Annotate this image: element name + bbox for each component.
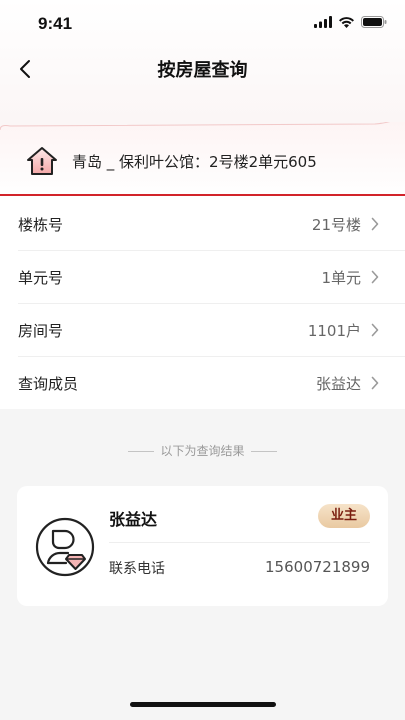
- address-text: 青岛 _ 保利叶公馆：2号楼2单元605: [72, 152, 317, 171]
- divider-line-right: [250, 451, 277, 452]
- status-time: 9:41: [38, 14, 73, 33]
- form-row-unit[interactable]: 单元号 1单元: [18, 251, 405, 304]
- row-value: 1101户: [307, 321, 361, 340]
- member-name: 张益达: [109, 510, 158, 529]
- form-row-room[interactable]: 房间号 1101户: [18, 304, 405, 357]
- results-divider: 以下为查询结果: [0, 442, 405, 459]
- form-row-member[interactable]: 查询成员 张益达: [18, 357, 405, 409]
- result-card[interactable]: 张益达 业主 联系电话 15600721899: [17, 486, 388, 606]
- house-icon: [27, 147, 57, 175]
- chevron-right-icon: [371, 270, 379, 284]
- wifi-icon: [339, 17, 354, 28]
- phone-label: 联系电话: [109, 561, 165, 577]
- results-divider-label: 以下为查询结果: [160, 444, 245, 458]
- form-row-building[interactable]: 楼栋号 21号楼: [18, 198, 405, 251]
- status-bar: 9:41: [0, 0, 405, 46]
- address-row: 青岛 _ 保利叶公馆：2号楼2单元605: [26, 146, 317, 176]
- phone-value[interactable]: 15600721899: [265, 558, 370, 576]
- row-right: 1单元: [321, 267, 379, 288]
- signal-icon: [314, 16, 332, 28]
- nav-bar: 按房屋查询: [0, 46, 405, 92]
- divider-line-left: [128, 451, 155, 452]
- row-label: 房间号: [18, 321, 64, 340]
- status-icons: [314, 16, 387, 28]
- role-badge: 业主: [318, 504, 370, 528]
- query-form: 楼栋号 21号楼 单元号 1单元 房间号 1101户 查询成员 张益达: [0, 198, 405, 409]
- row-value: 1单元: [321, 268, 361, 287]
- row-value: 21号楼: [311, 215, 361, 234]
- user-vip-icon: [35, 517, 95, 577]
- page-title: 按房屋查询: [157, 60, 248, 81]
- home-indicator[interactable]: [130, 702, 276, 707]
- row-label: 查询成员: [18, 374, 79, 393]
- chevron-right-icon: [371, 323, 379, 337]
- row-right: 21号楼: [312, 214, 379, 235]
- battery-icon: [361, 16, 387, 28]
- chevron-right-icon: [371, 217, 379, 231]
- row-label: 楼栋号: [18, 215, 64, 234]
- row-value: 张益达: [315, 374, 361, 393]
- row-right: 1101户: [308, 320, 379, 341]
- card-divider: [109, 542, 370, 543]
- row-label: 单元号: [18, 268, 64, 287]
- row-right: 张益达: [316, 373, 379, 394]
- address-card: 青岛 _ 保利叶公馆：2号楼2单元605: [0, 122, 405, 198]
- chevron-right-icon: [371, 376, 379, 390]
